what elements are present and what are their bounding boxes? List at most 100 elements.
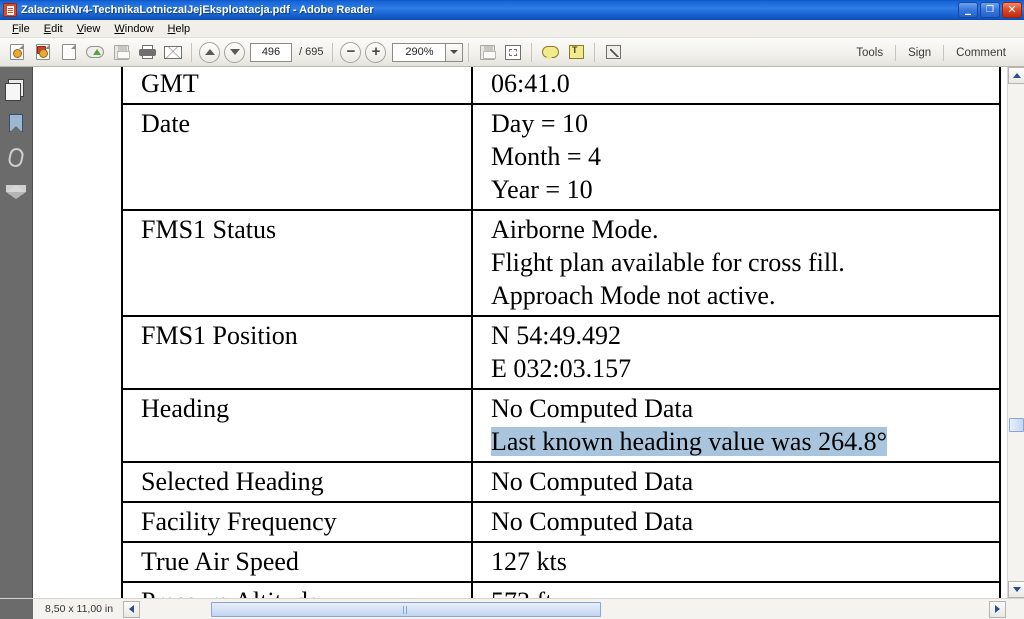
window-controls: _ ❐ ✕ xyxy=(958,2,1022,18)
cell-text: 573 ft xyxy=(491,585,999,598)
cell-text-highlighted: Last known heading value was 264.8° xyxy=(491,427,887,457)
horizontal-scroll-thumb[interactable] xyxy=(211,601,602,617)
row-label: Selected Heading xyxy=(121,461,473,504)
comment-button[interactable]: Comment xyxy=(944,47,1018,59)
layers-icon[interactable] xyxy=(5,182,27,204)
pdf-document-icon xyxy=(3,3,17,17)
cell-text: No Computed Data xyxy=(491,467,694,497)
navigation-sidebar xyxy=(0,67,33,598)
table-row: FMS1 Status Airborne Mode. Flight plan a… xyxy=(121,209,1001,318)
menu-edit-accel: E xyxy=(43,22,52,35)
status-bar: 8,50 x 11,00 in xyxy=(0,598,1024,619)
minimize-button[interactable]: _ xyxy=(958,2,978,18)
pdf-page: GMT 06:41.0 Date Day = 10 Month = 4 Year… xyxy=(33,67,1007,598)
toolbar-right-group: Tools Sign Comment xyxy=(844,38,1018,67)
chevron-up-icon xyxy=(1012,73,1021,78)
row-value: Day = 10 Month = 4 Year = 10 xyxy=(471,103,1001,212)
scroll-right-button[interactable] xyxy=(989,600,1006,618)
restore-icon: ❐ xyxy=(985,5,995,15)
vertical-scrollbar[interactable] xyxy=(1007,67,1024,598)
page-thumbnails-icon[interactable] xyxy=(5,77,27,101)
row-label: Date xyxy=(121,103,473,212)
row-label: FMS1 Status xyxy=(121,209,473,318)
zoom-level-input[interactable]: 290% xyxy=(392,42,447,62)
scroll-down-button[interactable] xyxy=(1008,581,1024,598)
row-label: Pressure Altitude xyxy=(121,581,473,598)
page-number-input[interactable]: 496 xyxy=(250,42,292,62)
cell-text: True Air Speed xyxy=(141,547,299,577)
close-button[interactable]: ✕ xyxy=(1002,2,1022,18)
zoom-in-button[interactable]: + xyxy=(365,41,387,63)
open-file-icon[interactable] xyxy=(5,41,29,64)
row-label: Facility Frequency xyxy=(121,501,473,544)
chevron-left-icon xyxy=(129,605,135,613)
minimize-icon: _ xyxy=(965,1,971,15)
cell-text: Date xyxy=(141,109,191,139)
previous-page-button[interactable] xyxy=(199,41,220,63)
menu-window-label: indow xyxy=(124,22,154,35)
cell-text: N 54:49.492 xyxy=(491,321,621,351)
vertical-scroll-thumb[interactable] xyxy=(1009,418,1024,432)
zoom-dropdown-button[interactable] xyxy=(446,42,464,62)
toolbar-separator-4 xyxy=(531,42,533,62)
toolbar-separator-5 xyxy=(594,42,596,62)
selected-text[interactable]: Last known heading value was 264.8° xyxy=(491,425,999,458)
tools-button[interactable]: Tools xyxy=(844,47,895,59)
next-page-button[interactable] xyxy=(224,41,245,63)
cell-text: No Computed Data xyxy=(491,507,694,537)
fit-page-icon[interactable] xyxy=(501,41,525,64)
horizontal-scrollbar[interactable] xyxy=(123,600,1006,618)
zoom-out-button[interactable]: − xyxy=(340,41,362,63)
email-icon[interactable] xyxy=(161,41,185,64)
table-row: True Air Speed 127 kts xyxy=(121,541,1001,584)
cell-text: 127 kts xyxy=(491,547,567,577)
restore-button[interactable]: ❐ xyxy=(980,2,1000,18)
save-file-icon[interactable] xyxy=(109,41,133,64)
bookmarks-icon[interactable] xyxy=(5,112,27,134)
row-label: Heading xyxy=(121,388,473,464)
fit-width-icon[interactable] xyxy=(475,41,499,64)
menu-help[interactable]: Help xyxy=(161,22,198,36)
cell-text: Heading xyxy=(141,394,230,424)
sign-button[interactable]: Sign xyxy=(896,47,943,59)
print-icon[interactable] xyxy=(135,41,159,64)
menu-window[interactable]: Window xyxy=(107,22,160,36)
cell-text: Year = 10 xyxy=(491,175,593,205)
close-icon: ✕ xyxy=(1007,3,1017,16)
document-viewport[interactable]: GMT 06:41.0 Date Day = 10 Month = 4 Year… xyxy=(33,67,1007,598)
cell-text: Day = 10 xyxy=(491,109,588,139)
toolbar-separator-3 xyxy=(468,42,470,62)
comment-bubble-icon[interactable] xyxy=(538,41,562,64)
menu-help-label: elp xyxy=(175,22,191,35)
chevron-right-icon xyxy=(995,605,1000,613)
row-value: No Computed Data xyxy=(471,461,1001,504)
menu-edit-label: dit xyxy=(51,22,63,35)
menu-view[interactable]: View xyxy=(70,22,108,36)
menu-edit[interactable]: Edit xyxy=(37,22,70,36)
arrow-down-icon xyxy=(229,49,240,55)
create-pdf-icon[interactable] xyxy=(31,41,55,64)
menu-file[interactable]: File xyxy=(5,22,37,36)
cell-text: 06:41.0 xyxy=(491,69,570,98)
edit-pdf-icon[interactable] xyxy=(57,41,81,64)
row-label: FMS1 Position xyxy=(121,315,473,391)
table-row: GMT 06:41.0 xyxy=(121,67,1001,106)
cloud-upload-icon[interactable] xyxy=(83,41,107,64)
attachments-icon[interactable] xyxy=(5,146,27,169)
arrow-up-icon xyxy=(204,49,215,55)
scroll-up-button[interactable] xyxy=(1008,67,1024,84)
scroll-left-button[interactable] xyxy=(123,600,141,618)
status-bar-left-filler xyxy=(0,598,33,619)
text-comment-icon[interactable] xyxy=(564,41,588,64)
menu-file-label: ile xyxy=(18,22,30,35)
cell-text: Approach Mode not active. xyxy=(491,281,776,311)
menu-file-accel: F xyxy=(12,22,19,35)
table-row: Heading No Computed Data Last known head… xyxy=(121,388,1001,464)
menu-window-accel: W xyxy=(114,22,125,35)
expand-fullscreen-icon[interactable] xyxy=(601,41,625,64)
cell-text: Selected Heading xyxy=(141,467,324,497)
title-bar: ZalacznikNr4-TechnikaLotniczaIJejEksploa… xyxy=(0,0,1024,20)
row-label: GMT xyxy=(121,67,473,106)
page-size-label: 8,50 x 11,00 in xyxy=(45,603,114,615)
table-row: FMS1 Position N 54:49.492 E 032:03.157 xyxy=(121,315,1001,391)
